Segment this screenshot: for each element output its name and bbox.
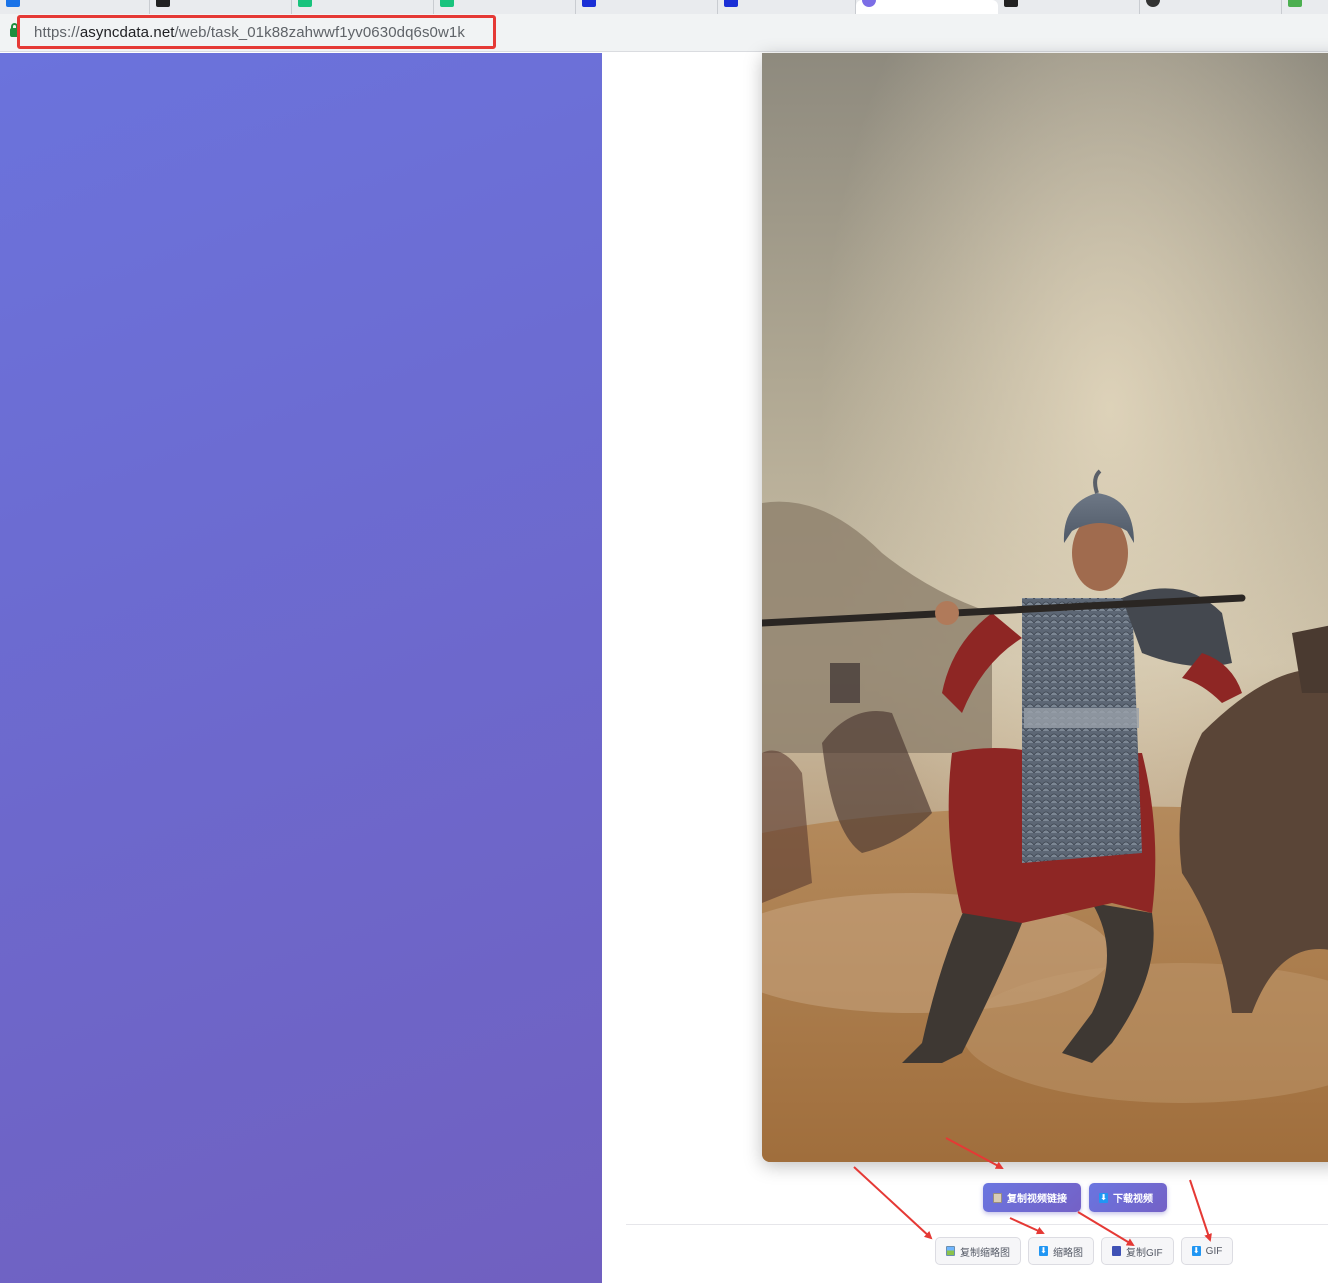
url-scheme: https:// bbox=[34, 23, 80, 41]
download-thumbnail-button[interactable]: ⬇ 缩略图 bbox=[1028, 1237, 1094, 1265]
browser-tab[interactable] bbox=[150, 0, 292, 14]
image-icon bbox=[946, 1246, 955, 1256]
tab-favicon-icon bbox=[298, 0, 312, 7]
gradient-background-panel bbox=[0, 53, 602, 1283]
download-thumbnail-label: 缩略图 bbox=[1053, 1247, 1083, 1259]
download-icon: ⬇ bbox=[1191, 1246, 1201, 1256]
tab-favicon-icon bbox=[1004, 0, 1018, 7]
download-video-button[interactable]: ⬇ 下载视频 bbox=[1089, 1183, 1167, 1212]
film-icon bbox=[1112, 1246, 1121, 1256]
video-frame-image bbox=[762, 53, 1328, 1162]
tab-favicon-icon bbox=[1288, 0, 1302, 7]
copy-thumbnail-button[interactable]: 复制缩略图 bbox=[935, 1237, 1021, 1265]
address-bar: https://asyncdata.net/web/task_01k88zahw… bbox=[0, 14, 1328, 52]
url-text: https://asyncdata.net/web/task_01k88zahw… bbox=[34, 24, 465, 41]
browser-tab[interactable] bbox=[434, 0, 576, 14]
download-icon: ⬇ bbox=[1099, 1192, 1108, 1203]
copy-gif-button[interactable]: 复制GIF bbox=[1101, 1237, 1174, 1265]
result-panel: 复制视频链接 ⬇ 下载视频 复制缩略图 ⬇ 缩略图 复制GIF ⬇ GIF bbox=[602, 53, 1328, 1283]
copy-video-link-label: 复制视频链接 bbox=[1007, 1194, 1067, 1205]
browser-tab[interactable] bbox=[1282, 0, 1328, 14]
url-path: /web/task_01k88zahwwf1yv0630dq6s0w1k bbox=[174, 23, 465, 41]
copy-thumbnail-label: 复制缩略图 bbox=[960, 1247, 1010, 1259]
download-video-label: 下载视频 bbox=[1113, 1194, 1153, 1205]
tab-favicon-icon bbox=[582, 0, 596, 7]
url-host: asyncdata.net bbox=[79, 23, 175, 41]
browser-tab[interactable] bbox=[0, 0, 150, 14]
browser-tab[interactable] bbox=[576, 0, 718, 14]
copy-gif-label: 复制GIF bbox=[1126, 1247, 1163, 1259]
tab-favicon-icon bbox=[862, 0, 876, 7]
url-field[interactable]: https://asyncdata.net/web/task_01k88zahw… bbox=[17, 15, 496, 49]
browser-tab[interactable] bbox=[718, 0, 856, 14]
download-icon: ⬇ bbox=[1039, 1246, 1048, 1256]
tab-favicon-icon bbox=[440, 0, 454, 7]
secondary-actions: 复制缩略图 ⬇ 缩略图 复制GIF ⬇ GIF bbox=[935, 1237, 1234, 1265]
copy-video-link-button[interactable]: 复制视频链接 bbox=[983, 1183, 1081, 1212]
clipboard-icon bbox=[993, 1192, 1002, 1203]
browser-tab[interactable] bbox=[998, 0, 1140, 14]
primary-actions: 复制视频链接 ⬇ 下载视频 bbox=[983, 1183, 1167, 1212]
tab-favicon-icon bbox=[6, 0, 20, 7]
download-gif-button[interactable]: ⬇ GIF bbox=[1180, 1237, 1234, 1265]
tab-favicon-icon bbox=[1146, 0, 1160, 7]
tab-favicon-icon bbox=[156, 0, 170, 7]
divider bbox=[626, 1224, 1328, 1225]
video-player[interactable] bbox=[762, 53, 1328, 1162]
tab-favicon-icon bbox=[724, 0, 738, 7]
download-gif-label: GIF bbox=[1205, 1245, 1223, 1257]
browser-tab-active[interactable] bbox=[856, 0, 998, 14]
browser-tab[interactable] bbox=[1140, 0, 1282, 14]
browser-tab[interactable] bbox=[292, 0, 434, 14]
tab-strip bbox=[0, 0, 1328, 14]
